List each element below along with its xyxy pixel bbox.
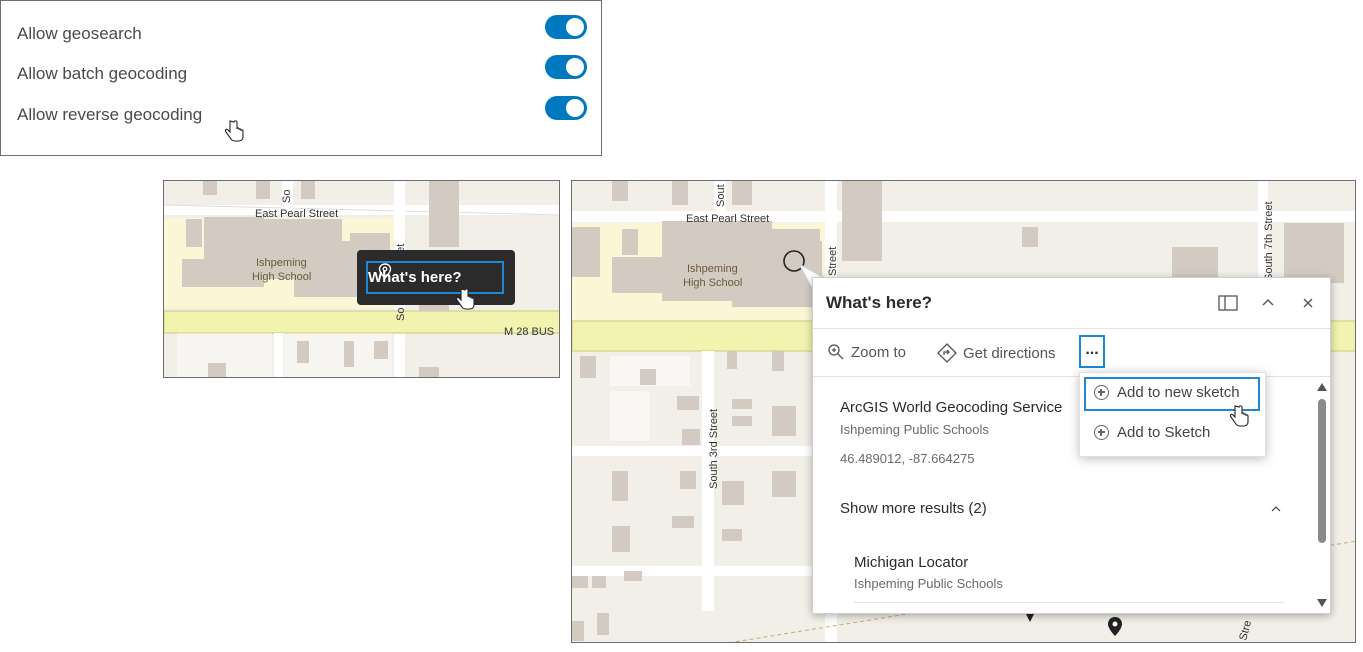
dock-icon[interactable] — [1218, 295, 1238, 311]
geocoding-settings-panel: Allow geosearch Allow batch geocoding Al… — [0, 0, 602, 156]
street-label-bottom-right: Stre — [1237, 619, 1254, 642]
hand-cursor-icon — [455, 288, 475, 310]
street-label-south-mid: So — [395, 308, 407, 321]
location-pin-icon — [378, 263, 392, 279]
add-circle-icon — [1094, 385, 1109, 400]
street-label-east-pearl: East Pearl Street — [255, 208, 338, 220]
show-more-results-toggle[interactable]: Show more results (2) — [840, 500, 987, 517]
scrollbar-thumb[interactable] — [1318, 399, 1326, 543]
add-to-sketch-item[interactable]: Add to Sketch — [1094, 424, 1210, 441]
school-label-line1: Ishpeming — [256, 257, 307, 269]
map-view-small[interactable]: East Pearl Street So Street So M 28 BUS … — [163, 180, 560, 378]
more-actions-button[interactable]: ... — [1079, 335, 1105, 368]
header-divider — [813, 328, 1330, 329]
hand-cursor-icon — [224, 120, 244, 142]
get-directions-label: Get directions — [963, 344, 1056, 362]
get-directions-button[interactable]: Get directions — [937, 343, 1056, 363]
zoom-to-label: Zoom to — [851, 343, 907, 361]
whats-here-button[interactable]: What's here? — [366, 261, 504, 294]
chevron-up-icon[interactable] — [1270, 505, 1282, 513]
scroll-down-arrow-icon[interactable] — [1317, 599, 1327, 607]
batch-geocoding-toggle[interactable] — [545, 55, 587, 79]
street-label-east-pearl: East Pearl Street — [686, 213, 769, 225]
more-result-place-name: Ishpeming Public Schools — [854, 576, 1003, 591]
setting-label-reverse-geocoding: Allow reverse geocoding — [17, 105, 203, 124]
highway-label-m28: M 28 BUS — [504, 326, 554, 338]
collapse-icon[interactable] — [1261, 297, 1275, 307]
street-label-south-3rd: South 3rd Street — [708, 409, 720, 489]
popup-scrollbar[interactable] — [1317, 383, 1327, 609]
popup-title: What's here? — [826, 293, 933, 312]
directions-icon — [937, 343, 957, 363]
add-to-new-sketch-item[interactable]: Add to new sketch — [1094, 384, 1240, 401]
school-label-line1: Ishpeming — [687, 263, 738, 275]
result-coordinates: 46.489012, -87.664275 — [840, 451, 975, 466]
street-label-vertical: Street — [827, 247, 839, 276]
more-result-service-name[interactable]: Michigan Locator — [854, 554, 968, 571]
setting-label-batch-geocoding: Allow batch geocoding — [17, 64, 188, 83]
geosearch-toggle[interactable] — [545, 15, 587, 39]
toggle-knob — [566, 58, 584, 76]
setting-label-geosearch: Allow geosearch — [17, 24, 142, 43]
result-service-name[interactable]: ArcGIS World Geocoding Service — [840, 399, 1062, 416]
whats-here-tooltip: What's here? — [357, 250, 515, 305]
street-label-south-7th: South 7th Street — [1263, 202, 1275, 282]
zoom-to-button[interactable]: Zoom to — [827, 343, 906, 361]
street-label-south: So — [281, 190, 293, 203]
school-label-line2: High School — [683, 277, 742, 289]
add-to-new-sketch-label: Add to new sketch — [1117, 384, 1240, 401]
add-circle-icon — [1094, 425, 1109, 440]
toggle-knob — [566, 99, 584, 117]
reverse-geocoding-toggle[interactable] — [545, 96, 587, 120]
result-place-name: Ishpeming Public Schools — [840, 422, 989, 437]
result-divider — [854, 602, 1284, 603]
add-to-sketch-label: Add to Sketch — [1117, 424, 1211, 441]
zoom-in-icon — [828, 344, 844, 360]
school-label-line2: High School — [252, 271, 311, 283]
scroll-up-arrow-icon[interactable] — [1317, 383, 1327, 391]
street-label-south: Sout — [715, 184, 727, 207]
hand-cursor-icon — [1229, 405, 1249, 427]
close-icon[interactable] — [1302, 297, 1314, 309]
toggle-knob — [566, 18, 584, 36]
